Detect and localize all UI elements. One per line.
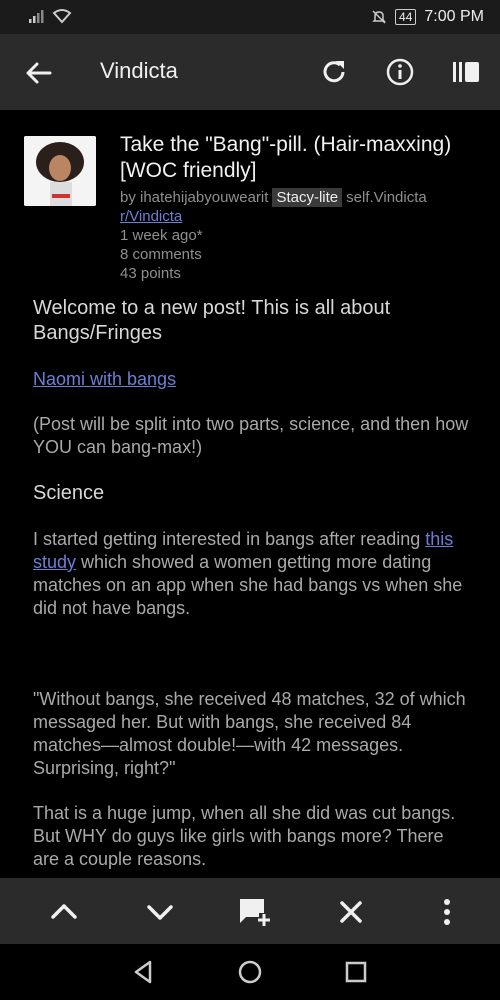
app-bar: Vindicta [0, 34, 500, 110]
post-title[interactable]: Take the "Bang"-pill. (Hair-maxxing) [WO… [120, 132, 480, 184]
chevron-up-icon[interactable] [47, 895, 81, 929]
signal-icon [29, 10, 44, 23]
comment-count[interactable]: 8 comments [120, 246, 202, 263]
study-paragraph: I started getting interested in bangs af… [33, 528, 473, 620]
post-body: Welcome to a new post! This is all about… [33, 296, 473, 871]
post-age: 1 week ago* [120, 227, 203, 244]
author-flair: Stacy-lite [272, 188, 343, 207]
post-content[interactable]: Take the "Bang"-pill. (Hair-maxxing) [WO… [0, 110, 500, 878]
back-arrow-icon[interactable] [22, 56, 56, 90]
info-icon[interactable] [384, 56, 416, 88]
more-vert-icon[interactable] [430, 895, 464, 929]
sidebar-icon[interactable] [450, 56, 482, 88]
subreddit-link[interactable]: r/Vindicta [120, 208, 182, 225]
naomi-link[interactable]: Naomi with bangs [33, 369, 176, 389]
add-comment-icon[interactable] [237, 895, 271, 929]
app-title: Vindicta [100, 58, 178, 83]
post-author[interactable]: by ihatehijabyouwearit [120, 189, 268, 206]
post-points: 43 points [120, 265, 181, 282]
body-paragraph: (Post will be split into two parts, scie… [33, 414, 469, 457]
post-meta: by ihatehijabyouwearit Stacy-lite self.Vin… [120, 188, 480, 283]
bottom-action-bar [0, 878, 500, 944]
science-heading: Science [33, 482, 105, 504]
close-icon[interactable] [334, 895, 368, 929]
nav-recents-icon[interactable] [342, 958, 370, 986]
status-left [28, 8, 72, 24]
nav-back-icon[interactable] [130, 958, 158, 986]
status-bar: 44 7:00 PM [0, 0, 500, 34]
chevron-down-icon[interactable] [143, 895, 177, 929]
status-right: 44 7:00 PM [371, 8, 484, 26]
post-thumbnail[interactable] [24, 136, 96, 206]
study-text-end: which showed a women getting more dating… [33, 552, 463, 618]
refresh-icon[interactable] [318, 56, 350, 88]
battery-icon: 44 [395, 9, 417, 25]
wifi-icon [52, 9, 72, 24]
nav-home-icon[interactable] [236, 958, 264, 986]
mute-icon [372, 10, 386, 24]
status-time: 7:00 PM [424, 8, 484, 25]
system-nav-bar [0, 944, 500, 1000]
study-text-start: I started getting interested in bangs af… [33, 529, 426, 549]
thumbnail-image [24, 136, 96, 206]
quote-paragraph: "Without bangs, she received 48 matches,… [33, 689, 466, 778]
reasons-paragraph: That is a huge jump, when all she did wa… [33, 803, 456, 869]
body-heading: Welcome to a new post! This is all about… [33, 297, 391, 344]
post-domain: self.Vindicta [346, 189, 427, 206]
